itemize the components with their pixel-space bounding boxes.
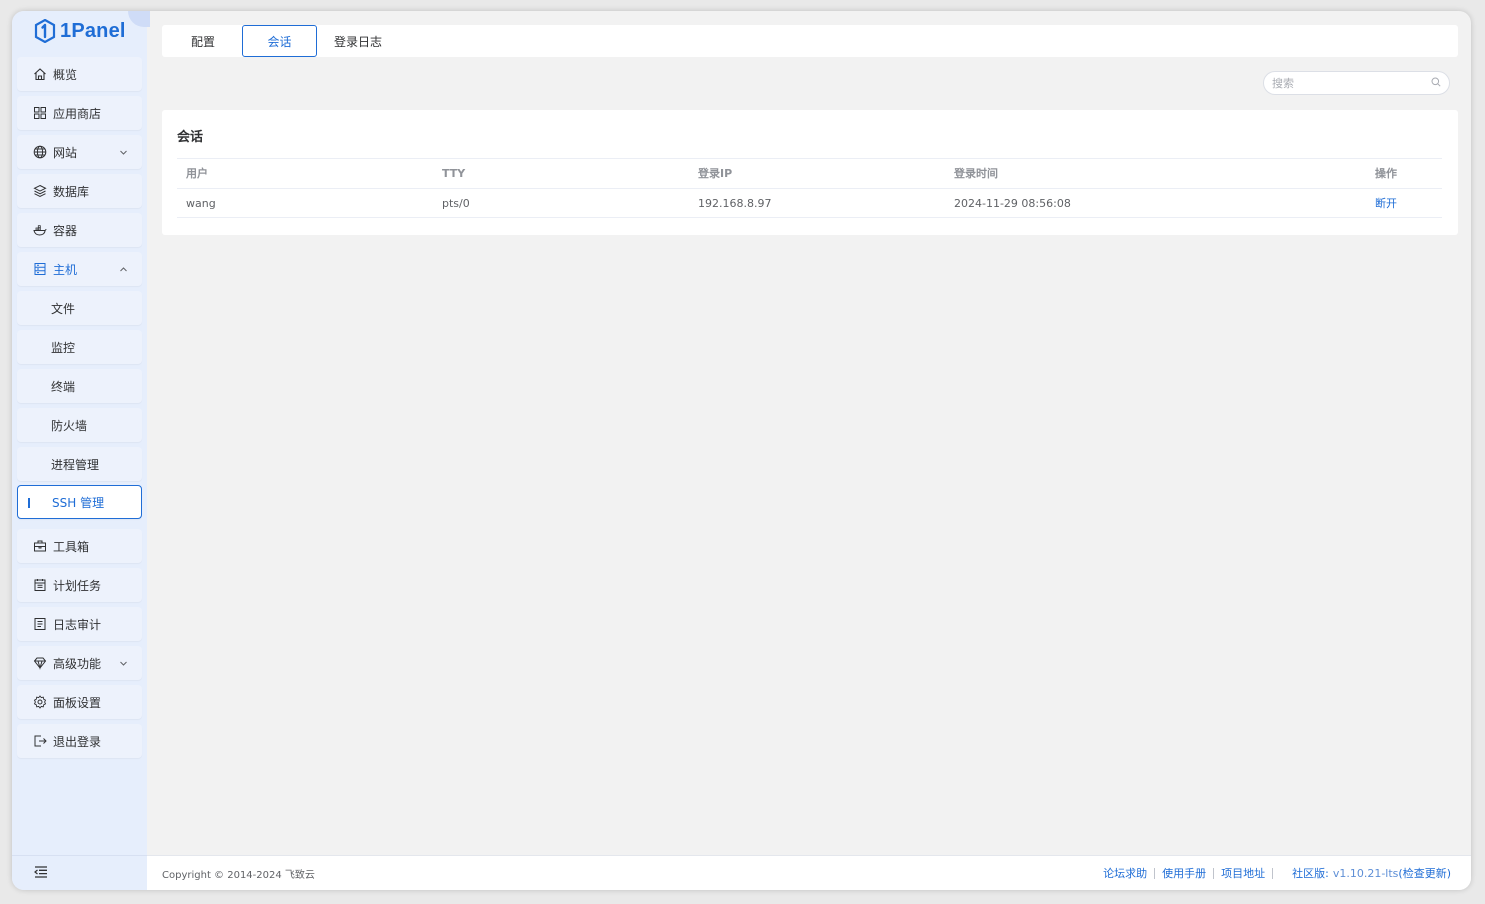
column-header-time: 登录时间	[954, 167, 998, 180]
card-title: 会话	[177, 130, 204, 145]
sidebar-item-label: 退出登录	[53, 734, 102, 749]
cell-tty: pts/0	[442, 197, 470, 210]
main-content: 配置 会话 登录日志 会话 用户 TTY 登录IP 登录时间 操作 wa	[147, 11, 1471, 890]
log-icon	[33, 617, 47, 631]
edition-label: 社区版:	[1292, 867, 1329, 880]
gear-icon	[33, 695, 47, 709]
sidebar-item-label: 概览	[53, 67, 78, 82]
docker-icon	[33, 223, 47, 237]
sidebar-item-label: 监控	[51, 340, 76, 355]
sidebar-item-label: 容器	[53, 223, 78, 238]
chevron-down-icon	[119, 146, 128, 160]
logo[interactable]: 1Panel	[34, 17, 126, 45]
sidebar-item-label: 应用商店	[53, 106, 102, 121]
home-icon	[33, 67, 47, 81]
sidebar-item-files[interactable]: 文件	[17, 291, 142, 325]
globe-icon	[33, 145, 47, 159]
sidebar-item-label: 主机	[53, 262, 78, 277]
copyright-text: Copyright © 2014-2024 飞致云	[162, 869, 315, 881]
version-text: v1.10.21-lts	[1332, 866, 1399, 880]
cell-ip: 192.168.8.97	[698, 197, 772, 210]
chevron-down-icon	[119, 657, 128, 671]
table-row: wang pts/0 192.168.8.97 2024-11-29 08:56…	[177, 188, 1442, 218]
footer: Copyright © 2014-2024 飞致云 论坛求助 使用手册 项目地址…	[147, 855, 1471, 890]
sidebar-footer	[12, 855, 147, 890]
docs-link[interactable]: 使用手册	[1162, 865, 1206, 881]
sidebar-item-overview[interactable]: 概览	[17, 57, 142, 91]
sidebar-item-label: 高级功能	[53, 656, 102, 671]
calendar-icon	[33, 578, 47, 592]
sidebar-item-label: SSH 管理	[52, 495, 105, 510]
sidebar-item-label: 文件	[51, 301, 76, 316]
sidebar-item-log-audit[interactable]: 日志审计	[17, 607, 142, 641]
column-header-user: 用户	[186, 167, 208, 180]
chevron-up-icon	[119, 263, 128, 277]
sidebar-item-cron[interactable]: 计划任务	[17, 568, 142, 602]
grid-icon	[33, 106, 47, 120]
column-header-tty: TTY	[442, 167, 466, 180]
sidebar-item-logout[interactable]: 退出登录	[17, 724, 142, 758]
sidebar-item-advanced[interactable]: 高级功能	[17, 646, 142, 680]
logo-text: 1Panel	[60, 19, 126, 42]
divider	[1272, 867, 1274, 879]
sidebar-item-website[interactable]: 网站	[17, 135, 142, 169]
sidebar-item-toolbox[interactable]: 工具箱	[17, 529, 142, 563]
sidebar-item-label: 防火墙	[51, 418, 88, 433]
sidebar-item-label: 数据库	[53, 184, 90, 199]
search-icon[interactable]	[1431, 76, 1441, 90]
column-header-action: 操作	[1375, 167, 1397, 180]
tab-sessions[interactable]: 会话	[242, 25, 318, 57]
session-table: 用户 TTY 登录IP 登录时间 操作 wang pts/0 192.168.8…	[177, 158, 1442, 218]
search-box	[1263, 71, 1450, 95]
sidebar-item-label: 日志审计	[53, 617, 102, 632]
sidebar-item-label: 计划任务	[53, 578, 102, 593]
cell-user: wang	[186, 197, 216, 210]
server-icon	[33, 262, 47, 276]
column-header-ip: 登录IP	[698, 167, 733, 180]
menu-fold-icon[interactable]	[34, 865, 48, 881]
sidebar: 1Panel 概览 应用商店 网站 数据库 容器 主机 文件 监控 终端 防火墙…	[12, 11, 150, 890]
logo-icon	[34, 19, 56, 43]
logout-icon	[33, 734, 47, 748]
tab-config[interactable]: 配置	[164, 25, 242, 57]
divider	[1154, 867, 1156, 879]
sidebar-item-app-store[interactable]: 应用商店	[17, 96, 142, 130]
sidebar-item-firewall[interactable]: 防火墙	[17, 408, 142, 442]
sidebar-item-process[interactable]: 进程管理	[17, 447, 142, 481]
sidebar-item-label: 面板设置	[53, 695, 102, 710]
sidebar-item-ssh[interactable]: SSH 管理	[17, 485, 142, 519]
sidebar-item-host[interactable]: 主机	[17, 252, 142, 286]
sidebar-item-monitor[interactable]: 监控	[17, 330, 142, 364]
divider	[1213, 867, 1215, 879]
tab-bar: 配置 会话 登录日志	[162, 25, 1458, 57]
active-indicator	[28, 498, 30, 508]
sidebar-item-label: 工具箱	[53, 539, 90, 554]
disconnect-button[interactable]: 断开	[1375, 189, 1397, 219]
sidebar-item-terminal[interactable]: 终端	[17, 369, 142, 403]
toolbox-icon	[33, 539, 47, 553]
tab-login-log[interactable]: 登录日志	[317, 25, 409, 57]
cell-login-time: 2024-11-29 08:56:08	[954, 197, 1071, 210]
forum-link[interactable]: 论坛求助	[1103, 865, 1147, 881]
layers-icon	[33, 184, 47, 198]
sidebar-item-label: 进程管理	[51, 457, 100, 472]
sidebar-item-database[interactable]: 数据库	[17, 174, 142, 208]
sidebar-item-label: 终端	[51, 379, 76, 394]
app-window: 1Panel 概览 应用商店 网站 数据库 容器 主机 文件 监控 终端 防火墙…	[12, 11, 1471, 890]
sidebar-item-settings[interactable]: 面板设置	[17, 685, 142, 719]
session-card: 会话 用户 TTY 登录IP 登录时间 操作 wang pts/0 192.16…	[162, 110, 1458, 235]
sidebar-item-container[interactable]: 容器	[17, 213, 142, 247]
check-update-link[interactable]: (检查更新)	[1398, 865, 1451, 881]
diamond-icon	[33, 656, 47, 670]
project-link[interactable]: 项目地址	[1221, 865, 1265, 881]
footer-links: 论坛求助 使用手册 项目地址 社区版: v1.10.21-lts (检查更新)	[1103, 865, 1451, 881]
sidebar-item-label: 网站	[53, 145, 78, 160]
search-input[interactable]	[1272, 76, 1431, 90]
table-header-row: 用户 TTY 登录IP 登录时间 操作	[177, 158, 1442, 188]
